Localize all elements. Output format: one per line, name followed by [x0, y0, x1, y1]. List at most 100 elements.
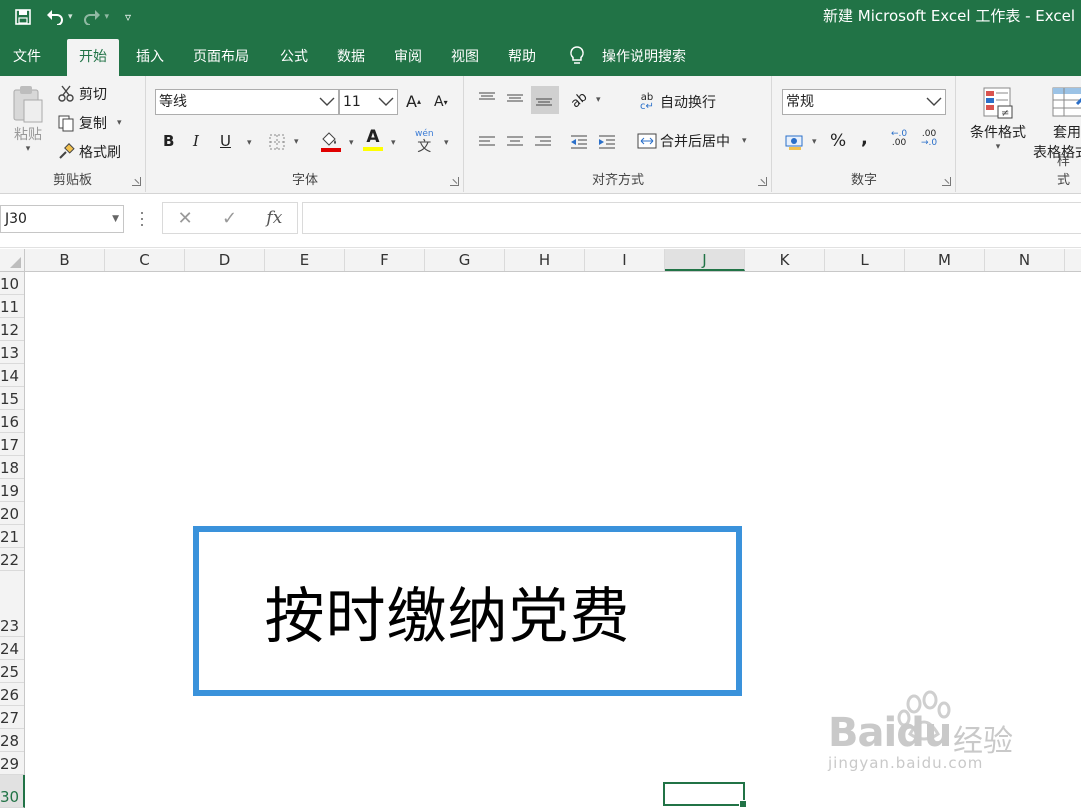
column-header[interactable]: K — [745, 249, 825, 271]
row-header[interactable]: 11 — [0, 295, 24, 318]
undo-dropdown-icon[interactable]: ▾ — [68, 12, 73, 22]
merge-center-button[interactable]: 合并后居中 ▾ — [637, 131, 747, 151]
column-header[interactable]: C — [105, 249, 185, 271]
tab-home[interactable]: 开始 — [67, 39, 119, 76]
font-color-dropdown-icon[interactable]: ▾ — [391, 138, 396, 148]
row-header[interactable]: 17 — [0, 433, 24, 456]
tab-insert[interactable]: 插入 — [124, 39, 176, 76]
row-header[interactable]: 14 — [0, 364, 24, 387]
text-box-shape[interactable]: 按时缴纳党费 — [193, 526, 742, 696]
decrease-indent-button[interactable] — [569, 132, 592, 152]
decrease-font-size-icon[interactable]: A ▾ — [434, 94, 448, 110]
font-launcher-icon[interactable] — [450, 177, 459, 186]
column-header[interactable]: E — [265, 249, 345, 271]
tab-view[interactable]: 视图 — [439, 39, 491, 76]
redo-icon[interactable] — [79, 5, 105, 29]
fill-color-button[interactable] — [319, 130, 342, 152]
formula-input[interactable] — [302, 202, 1081, 234]
column-header[interactable]: D — [185, 249, 265, 271]
number-format-select[interactable]: 常规 — [782, 89, 946, 115]
fill-color-dropdown-icon[interactable]: ▾ — [349, 138, 354, 148]
wrap-text-button[interactable]: ab c↵ 自动换行 — [637, 92, 716, 112]
name-box[interactable]: J30 ▼ — [0, 205, 124, 233]
paste-button[interactable]: 粘贴 ▾ — [8, 84, 48, 154]
row-header[interactable]: 19 — [0, 479, 24, 502]
tab-review[interactable]: 审阅 — [382, 39, 434, 76]
copy-dropdown-icon[interactable]: ▾ — [117, 118, 122, 128]
column-header[interactable]: N — [985, 249, 1065, 271]
customize-qat-icon[interactable]: ▿ — [115, 5, 141, 29]
column-header[interactable]: F — [345, 249, 425, 271]
redo-dropdown-icon[interactable]: ▾ — [105, 12, 110, 22]
borders-dropdown-icon[interactable]: ▾ — [294, 137, 299, 147]
row-header[interactable]: 24 — [0, 637, 24, 660]
column-header[interactable]: G — [425, 249, 505, 271]
bold-button[interactable]: B — [163, 132, 174, 150]
formula-bar-grip-icon[interactable] — [140, 212, 144, 226]
row-header[interactable]: 21 — [0, 525, 24, 548]
font-name-select[interactable]: 等线 — [155, 89, 339, 115]
percent-style-button[interactable]: % — [830, 131, 846, 151]
tab-file[interactable]: 文件 — [1, 39, 53, 76]
column-header[interactable]: I — [585, 249, 665, 271]
italic-button[interactable]: I — [193, 132, 199, 150]
row-header[interactable]: 29 — [0, 752, 24, 775]
borders-button[interactable]: ▾ — [267, 132, 299, 152]
increase-font-size-icon[interactable]: A ▴ — [406, 92, 421, 111]
increase-indent-button[interactable] — [597, 132, 620, 152]
conditional-formatting-button[interactable]: ≠ 条件格式 ▾ — [967, 86, 1029, 152]
phonetic-dropdown-icon[interactable]: ▾ — [444, 138, 449, 148]
conditional-formatting-dropdown-icon[interactable]: ▾ — [996, 142, 1001, 152]
paste-dropdown-icon[interactable]: ▾ — [26, 144, 31, 154]
insert-function-icon[interactable]: fx — [266, 208, 282, 228]
tab-page-layout[interactable]: 页面布局 — [181, 39, 261, 76]
row-header-selected[interactable]: 30 — [0, 775, 25, 808]
column-header[interactable]: B — [25, 249, 105, 271]
underline-dropdown-icon[interactable]: ▾ — [247, 138, 252, 148]
orientation-button[interactable]: ab ▾ — [568, 89, 601, 111]
save-icon[interactable] — [10, 5, 36, 29]
middle-align-button[interactable] — [505, 88, 528, 108]
cut-button[interactable]: 剪切 — [56, 84, 107, 104]
increase-decimal-button[interactable]: ←.0.00 — [891, 130, 907, 148]
font-color-button[interactable]: A — [363, 128, 383, 151]
row-header[interactable]: 10 — [0, 272, 24, 295]
tab-data[interactable]: 数据 — [325, 39, 377, 76]
orientation-dropdown-icon[interactable]: ▾ — [596, 95, 601, 105]
clipboard-launcher-icon[interactable] — [132, 177, 141, 186]
column-header[interactable]: M — [905, 249, 985, 271]
alignment-launcher-icon[interactable] — [758, 177, 767, 186]
merge-dropdown-icon[interactable]: ▾ — [742, 136, 747, 146]
active-cell-j30[interactable] — [663, 782, 747, 808]
top-align-button[interactable] — [477, 88, 500, 108]
row-header[interactable]: 12 — [0, 318, 24, 341]
cancel-entry-icon[interactable]: ✕ — [178, 208, 193, 229]
align-right-button[interactable] — [533, 132, 556, 152]
row-header[interactable]: 22 — [0, 548, 24, 571]
phonetic-guide-button[interactable]: wén 文 — [415, 129, 434, 156]
column-header[interactable]: L — [825, 249, 905, 271]
row-header[interactable]: 18 — [0, 456, 24, 479]
decrease-decimal-button[interactable]: .00 →.0 — [921, 130, 937, 148]
accounting-dropdown-icon[interactable]: ▾ — [812, 137, 817, 147]
row-header[interactable]: 13 — [0, 341, 24, 364]
row-header[interactable]: 16 — [0, 410, 24, 433]
number-launcher-icon[interactable] — [942, 177, 951, 186]
row-header[interactable]: 27 — [0, 706, 24, 729]
format-painter-button[interactable]: 格式刷 — [56, 142, 121, 162]
select-all-button[interactable] — [0, 249, 25, 271]
align-center-button[interactable] — [505, 132, 528, 152]
align-left-button[interactable] — [477, 132, 500, 152]
column-header-selected[interactable]: J — [665, 249, 745, 271]
row-header[interactable]: 25 — [0, 660, 24, 683]
row-header[interactable]: 15 — [0, 387, 24, 410]
font-size-select[interactable]: 11 — [339, 89, 398, 115]
tab-help[interactable]: 帮助 — [496, 39, 548, 76]
row-header[interactable]: 26 — [0, 683, 24, 706]
row-header[interactable]: 23 — [0, 571, 24, 637]
confirm-entry-icon[interactable]: ✓ — [222, 208, 237, 229]
accounting-format-button[interactable]: ▾ — [785, 132, 817, 152]
row-header[interactable]: 28 — [0, 729, 24, 752]
undo-icon[interactable] — [42, 5, 68, 29]
tell-me-search[interactable]: 操作说明搜索 — [590, 39, 698, 76]
